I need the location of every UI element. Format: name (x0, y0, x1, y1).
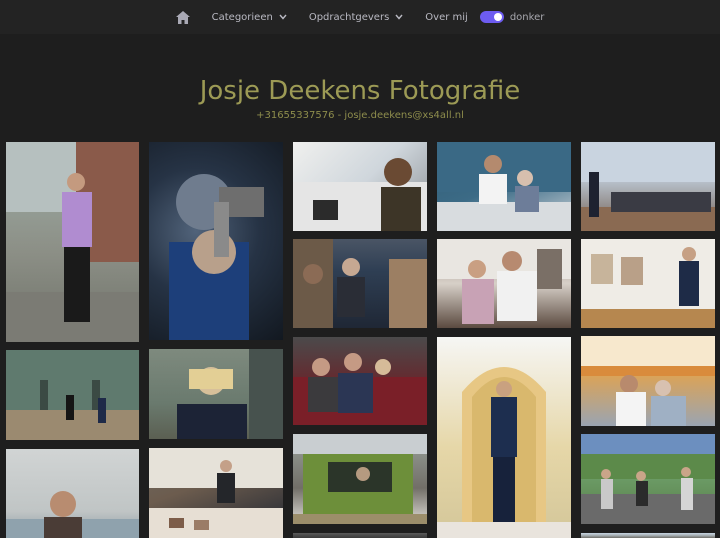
photo-image (437, 367, 571, 538)
photo-image (581, 239, 715, 328)
categories-label: Categorieen (211, 11, 273, 23)
photo-image (437, 239, 571, 324)
photo-bottom-partial-2[interactable] (581, 533, 715, 538)
photo-image (6, 491, 139, 538)
photo-nurse-elderly-woman[interactable] (437, 142, 571, 231)
photo-man-purple-cardigan-street[interactable] (6, 142, 139, 342)
photo-man-museum-gallery[interactable] (581, 239, 715, 328)
photo-image (169, 174, 264, 340)
photo-image (581, 336, 715, 426)
photo-couple-bus-seats[interactable] (293, 337, 427, 425)
photo-image (6, 142, 139, 342)
photo-woman-caregiver-elderly[interactable] (581, 336, 715, 426)
photo-man-pointing-gun[interactable] (149, 142, 283, 340)
dark-mode-toggle[interactable] (479, 11, 504, 23)
toggle-knob (493, 13, 502, 21)
photo-image (581, 142, 715, 231)
dark-mode-label: donker (509, 11, 545, 23)
clients-label: Opdrachtgevers (308, 11, 390, 23)
top-navigation-bar: Categorieen Opdrachtgevers Over mij donk… (0, 0, 720, 34)
photo-bottom-partial[interactable] (293, 533, 427, 538)
photo-people-running-plaza[interactable] (6, 350, 139, 440)
photo-image (177, 349, 283, 439)
photo-man-workshop-photos[interactable] (149, 448, 283, 538)
about-link[interactable]: Over mij (425, 12, 468, 23)
photo-image (293, 239, 427, 328)
chevron-down-icon (395, 14, 403, 20)
categories-menu[interactable]: Categorieen (212, 12, 287, 23)
photo-image (293, 353, 427, 425)
site-header: Josje Deekens Fotografie +31655337576 - … (0, 76, 720, 121)
photo-blonde-woman-portrait[interactable] (149, 349, 283, 439)
photo-woman-headset-office[interactable] (293, 142, 427, 231)
home-icon (175, 10, 190, 24)
photo-man-tractor[interactable] (293, 434, 427, 524)
chevron-down-icon (279, 14, 287, 20)
photo-meeting-room-presentation[interactable] (581, 142, 715, 231)
photo-people-cycling-street[interactable] (581, 434, 715, 524)
photo-image (437, 142, 571, 231)
photo-image (293, 434, 427, 524)
photo-image (293, 158, 427, 231)
photo-image (149, 448, 283, 538)
photo-men-conversation-cafe[interactable] (293, 239, 427, 328)
photo-man-beach-portrait[interactable] (6, 449, 139, 538)
contact-info[interactable]: +31655337576 - josje.deekens@xs4all.nl (0, 110, 720, 121)
home-link[interactable] (175, 10, 190, 24)
photo-woman-girl-hospital[interactable] (437, 239, 571, 328)
photo-man-suit-archway[interactable] (437, 337, 571, 538)
photo-image (581, 434, 715, 524)
nav-menu: Categorieen Opdrachtgevers Over mij donk… (175, 10, 545, 24)
clients-menu[interactable]: Opdrachtgevers (309, 12, 403, 23)
page-title: Josje Deekens Fotografie (199, 76, 521, 106)
photo-image (6, 350, 139, 440)
